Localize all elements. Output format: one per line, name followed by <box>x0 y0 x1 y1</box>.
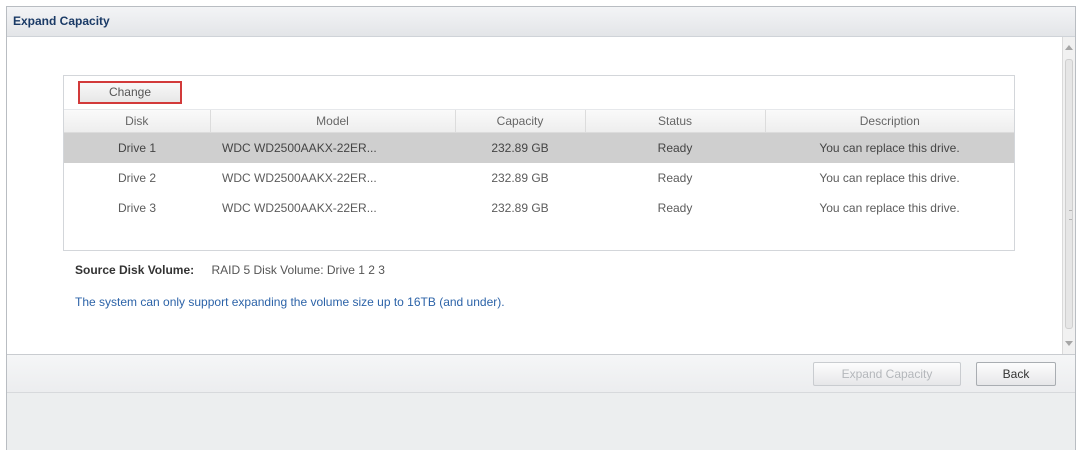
column-header-status[interactable]: Status <box>585 110 766 133</box>
table-row[interactable]: Drive 2 WDC WD2500AAKX-22ER... 232.89 GB… <box>64 163 1014 193</box>
dialog-footer: Expand Capacity Back <box>7 354 1075 450</box>
back-button[interactable]: Back <box>976 362 1056 386</box>
model-cell: WDC WD2500AAKX-22ER... <box>210 132 455 163</box>
column-header-disk[interactable]: Disk <box>64 110 211 133</box>
description-cell: You can replace this drive. <box>765 132 1014 163</box>
column-header-capacity[interactable]: Capacity <box>455 110 586 133</box>
expand-capacity-window: Expand Capacity Change Disk Model Capaci… <box>6 6 1076 450</box>
column-header-description[interactable]: Description <box>765 110 1014 133</box>
disk-cell: Drive 3 <box>117 201 156 215</box>
capacity-cell: 232.89 GB <box>455 132 585 163</box>
disk-table: Disk Model Capacity Status Description D… <box>64 110 1014 223</box>
disk-panel: Change Disk Model Capacity Status Descri… <box>63 75 1015 251</box>
expand-capacity-button[interactable]: Expand Capacity <box>813 362 961 386</box>
vertical-scrollbar[interactable] <box>1062 37 1075 354</box>
capacity-cell: 232.89 GB <box>491 201 549 215</box>
model-cell: WDC WD2500AAKX-22ER... <box>222 171 377 185</box>
capacity-limit-notice: The system can only support expanding th… <box>75 295 505 309</box>
description-cell: You can replace this drive. <box>819 201 960 215</box>
window-title: Expand Capacity <box>7 7 1075 37</box>
change-button[interactable]: Change <box>78 81 182 104</box>
scroll-thumb[interactable] <box>1065 59 1073 329</box>
description-cell: You can replace this drive. <box>819 171 960 185</box>
scroll-down-icon[interactable] <box>1065 341 1073 346</box>
source-disk-volume-value: RAID 5 Disk Volume: Drive 1 2 3 <box>211 263 385 277</box>
disk-cell: Drive 2 <box>117 171 156 185</box>
table-row[interactable]: Drive 3 WDC WD2500AAKX-22ER... 232.89 GB… <box>64 193 1014 223</box>
scroll-up-icon[interactable] <box>1065 45 1073 50</box>
model-cell: WDC WD2500AAKX-22ER... <box>222 201 377 215</box>
button-bar: Expand Capacity Back <box>7 355 1075 393</box>
capacity-cell: 232.89 GB <box>491 171 549 185</box>
panel-toolbar: Change <box>64 76 1014 110</box>
status-cell: Ready <box>585 132 765 163</box>
disk-cell: Drive 1 <box>64 132 210 163</box>
source-disk-volume: Source Disk Volume: RAID 5 Disk Volume: … <box>75 263 385 277</box>
status-cell: Ready <box>657 201 693 215</box>
source-disk-volume-label: Source Disk Volume: <box>75 263 195 277</box>
table-header-row: Disk Model Capacity Status Description <box>64 110 1014 133</box>
content-area: Change Disk Model Capacity Status Descri… <box>7 37 1063 354</box>
column-header-model[interactable]: Model <box>210 110 456 133</box>
status-cell: Ready <box>657 171 693 185</box>
table-row[interactable]: Drive 1 WDC WD2500AAKX-22ER... 232.89 GB… <box>64 132 1014 163</box>
grip-icon <box>1069 210 1072 220</box>
